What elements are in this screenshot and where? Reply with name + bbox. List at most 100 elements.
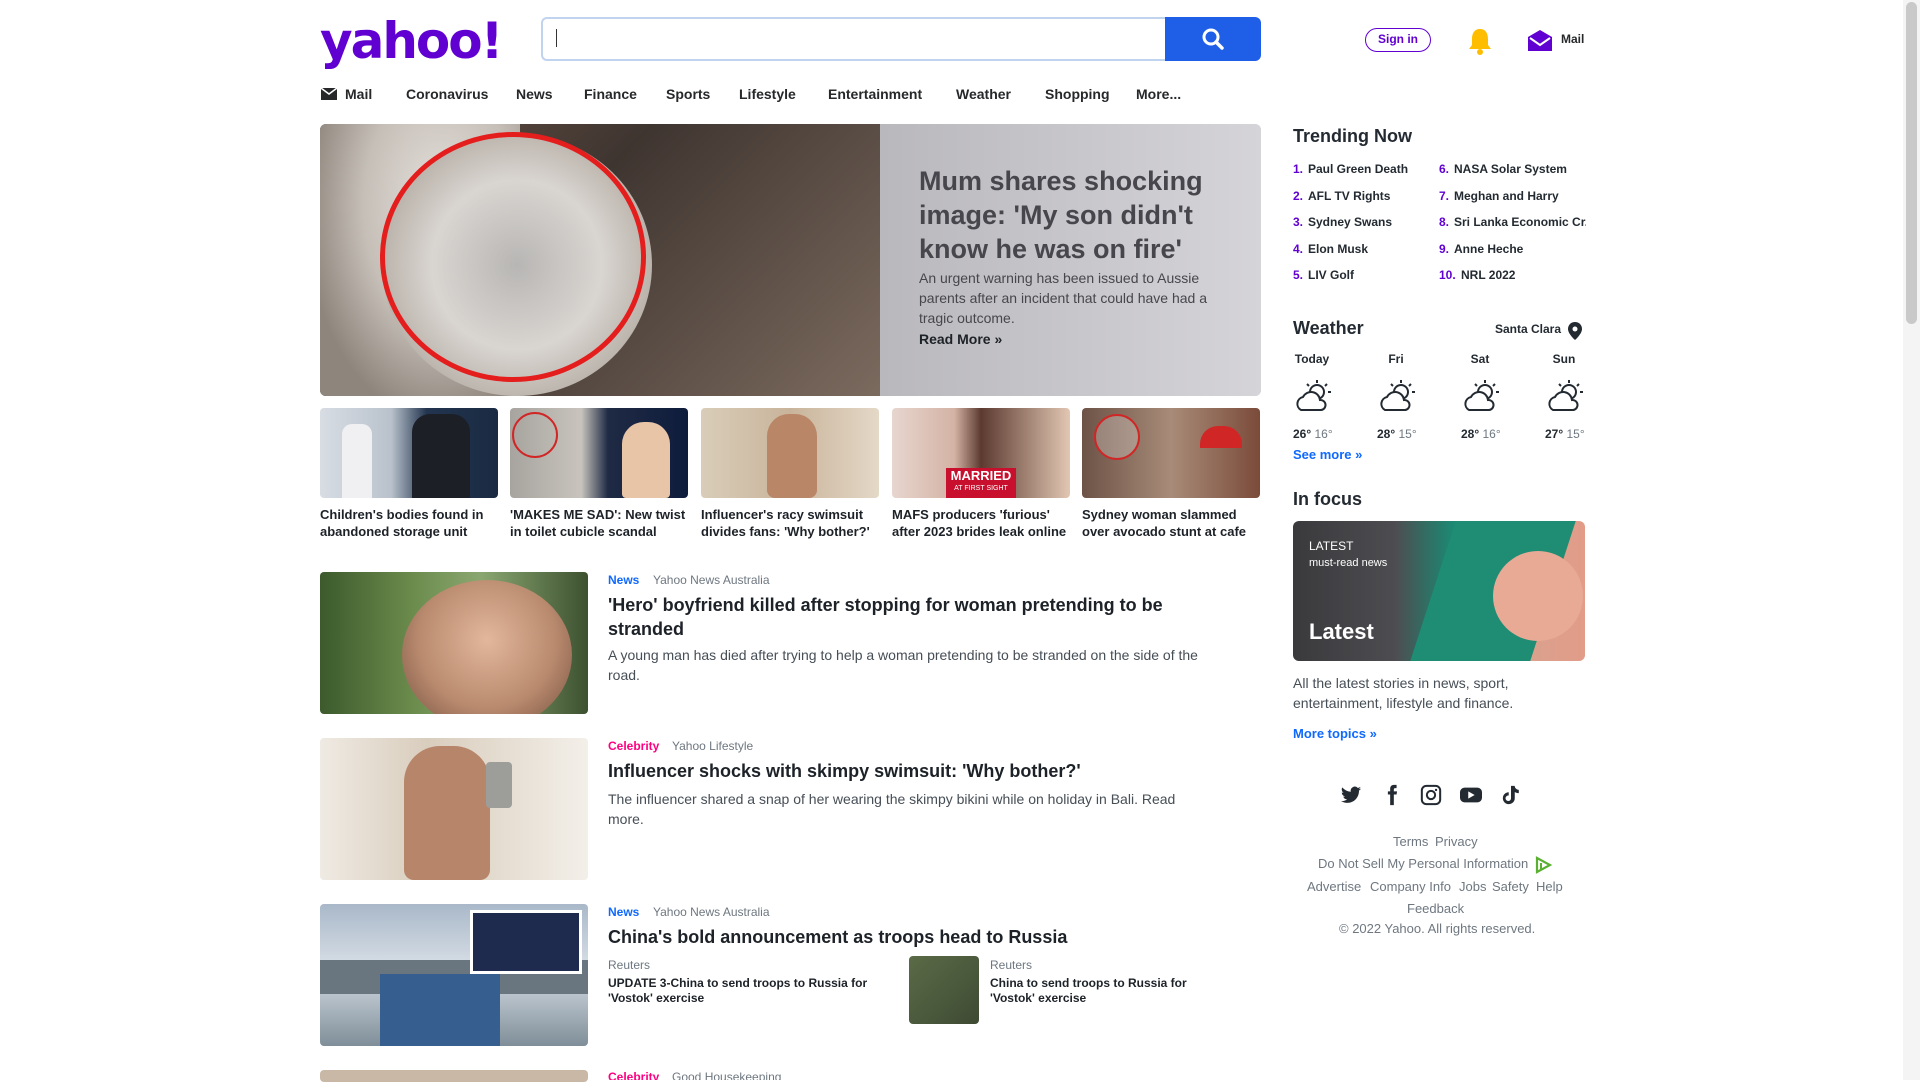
weather-day-1: Today — [1294, 352, 1330, 366]
jobs-link[interactable]: Jobs — [1459, 879, 1486, 894]
mail-icon[interactable] — [1526, 29, 1554, 58]
trending-number: 9. — [1439, 242, 1450, 256]
stream-title-1[interactable]: 'Hero' boyfriend killed after stopping f… — [608, 593, 1198, 641]
advertise-link[interactable]: Advertise — [1307, 879, 1361, 894]
trending-item-6[interactable]: NASA Solar System — [1454, 162, 1586, 176]
thumb-image-1[interactable] — [320, 408, 498, 498]
nav-sports[interactable]: Sports — [666, 86, 710, 102]
thumb-image-3[interactable] — [701, 408, 879, 498]
in-focus-big: Latest — [1309, 619, 1374, 644]
trending-number: 5. — [1293, 268, 1304, 282]
hero-description: An urgent warning has been issued to Aus… — [919, 270, 1207, 326]
weather-day-2: Fri — [1388, 352, 1404, 366]
weather-temp-4: 27° 15° — [1545, 427, 1585, 441]
in-focus-title: In focus — [1293, 489, 1363, 509]
facebook-icon[interactable] — [1381, 784, 1403, 806]
twitter-icon[interactable] — [1340, 784, 1362, 806]
nav-mail[interactable]: Mail — [345, 86, 372, 102]
trending-item-5[interactable]: LIV Golf — [1308, 268, 1443, 282]
nav-shopping[interactable]: Shopping — [1045, 86, 1110, 102]
help-link[interactable]: Help — [1536, 879, 1563, 894]
trending-item-4[interactable]: Elon Musk — [1308, 242, 1443, 256]
more-topics-link[interactable]: More topics » — [1293, 726, 1377, 741]
youtube-icon[interactable] — [1459, 784, 1483, 806]
text-caret — [556, 29, 557, 47]
weather-location[interactable]: Santa Clara — [1495, 322, 1561, 336]
thumb-caption-3[interactable]: Influencer's racy swimsuit divides fans:… — [701, 506, 883, 540]
nav-weather[interactable]: Weather — [956, 86, 1011, 102]
search-icon — [1202, 28, 1224, 50]
related-title-2[interactable]: China to send troops to Russia for 'Vost… — [990, 976, 1210, 1006]
weather-title[interactable]: Weather — [1293, 318, 1364, 339]
hero-read-more-link[interactable]: Read More » — [919, 331, 1002, 347]
stream-image-3[interactable] — [320, 904, 588, 1046]
terms-link[interactable]: Terms — [1393, 834, 1428, 849]
privacy-link[interactable]: Privacy — [1435, 834, 1478, 849]
search-button[interactable] — [1165, 17, 1261, 61]
stream-source-1: Yahoo News Australia — [653, 573, 770, 587]
in-focus-card[interactable]: LATEST must-read news Latest — [1293, 521, 1585, 661]
weather-day-4: Sun — [1552, 352, 1576, 366]
partly-cloudy-icon — [1548, 380, 1583, 411]
related-image-2[interactable] — [909, 956, 979, 1024]
feedback-link[interactable]: Feedback — [1407, 901, 1464, 916]
stream-title-3[interactable]: China's bold announcement as troops head… — [608, 925, 1198, 949]
yahoo-logo[interactable]: yahoo! — [320, 16, 503, 66]
tiktok-icon[interactable] — [1500, 784, 1522, 806]
nav-finance[interactable]: Finance — [584, 86, 637, 102]
mail-link[interactable]: Mail — [1561, 32, 1584, 46]
thumb-caption-1[interactable]: Children's bodies found in abandoned sto… — [320, 506, 502, 540]
stream-title-2[interactable]: Influencer shocks with skimpy swimsuit: … — [608, 759, 1198, 783]
search-input[interactable] — [541, 17, 1165, 61]
stream-category-1[interactable]: News — [608, 573, 639, 587]
scrollbar-thumb[interactable] — [1906, 2, 1917, 324]
company-info-link[interactable]: Company Info — [1370, 879, 1451, 894]
bell-icon[interactable] — [1466, 26, 1494, 61]
nav-coronavirus[interactable]: Coronavirus — [406, 86, 488, 102]
weather-see-more-link[interactable]: See more » — [1293, 447, 1362, 462]
stream-image-1[interactable] — [320, 572, 588, 714]
stream-category-4[interactable]: Celebrity — [608, 1070, 659, 1080]
trending-number: 6. — [1439, 162, 1450, 176]
weather-temp-3: 28° 16° — [1461, 427, 1501, 441]
trending-item-8[interactable]: Sri Lanka Economic Cr... — [1454, 215, 1586, 229]
trending-item-9[interactable]: Anne Heche — [1454, 242, 1586, 256]
in-focus-sub: must-read news — [1309, 557, 1388, 569]
trending-item-2[interactable]: AFL TV Rights — [1308, 189, 1443, 203]
instagram-icon[interactable] — [1420, 784, 1442, 806]
trending-number: 2. — [1293, 189, 1304, 203]
stream-category-2[interactable]: Celebrity — [608, 739, 659, 753]
trending-title: Trending Now — [1293, 126, 1412, 146]
nav-news[interactable]: News — [516, 86, 553, 102]
thumb-image-5[interactable] — [1082, 408, 1260, 498]
trending-item-3[interactable]: Sydney Swans — [1308, 215, 1443, 229]
adchoices-icon[interactable] — [1534, 856, 1552, 874]
nav-entertainment[interactable]: Entertainment — [828, 86, 922, 102]
weather-temp-1: 26° 16° — [1293, 427, 1333, 441]
thumb-image-2[interactable] — [510, 408, 688, 498]
related-source-1: Reuters — [608, 958, 651, 972]
trending-number: 4. — [1293, 242, 1304, 256]
do-not-sell-link[interactable]: Do Not Sell My Personal Information — [1318, 856, 1528, 871]
in-focus-desc: All the latest stories in news, sport, e… — [1293, 675, 1514, 711]
safety-link[interactable]: Safety — [1492, 879, 1529, 894]
nav-mail-icon — [321, 88, 337, 100]
trending-number: 7. — [1439, 189, 1450, 203]
stream-category-3[interactable]: News — [608, 905, 639, 919]
nav-more[interactable]: More... — [1136, 86, 1181, 102]
hero-title[interactable]: Mum shares shocking image: 'My son didn'… — [919, 164, 1239, 266]
stream-image-2[interactable] — [320, 738, 588, 880]
thumb-image-4[interactable]: MARRIED AT FIRST SIGHT — [892, 408, 1070, 498]
thumb-caption-4[interactable]: MAFS producers 'furious' after 2023 brid… — [892, 506, 1074, 540]
stream-image-4[interactable] — [320, 1070, 588, 1082]
related-title-1[interactable]: UPDATE 3-China to send troops to Russia … — [608, 976, 878, 1006]
thumb-caption-2[interactable]: 'MAKES ME SAD': New twist in toilet cubi… — [510, 506, 692, 540]
trending-item-10[interactable]: NRL 2022 — [1461, 268, 1586, 282]
partly-cloudy-icon — [1380, 380, 1415, 411]
sign-in-button[interactable]: Sign in — [1365, 28, 1431, 52]
nav-lifestyle[interactable]: Lifestyle — [739, 86, 796, 102]
thumb-caption-5[interactable]: Sydney woman slammed over avocado stunt … — [1082, 506, 1264, 540]
trending-item-7[interactable]: Meghan and Harry — [1454, 189, 1586, 203]
trending-item-1[interactable]: Paul Green Death — [1308, 162, 1443, 176]
location-pin-icon[interactable] — [1568, 322, 1582, 340]
